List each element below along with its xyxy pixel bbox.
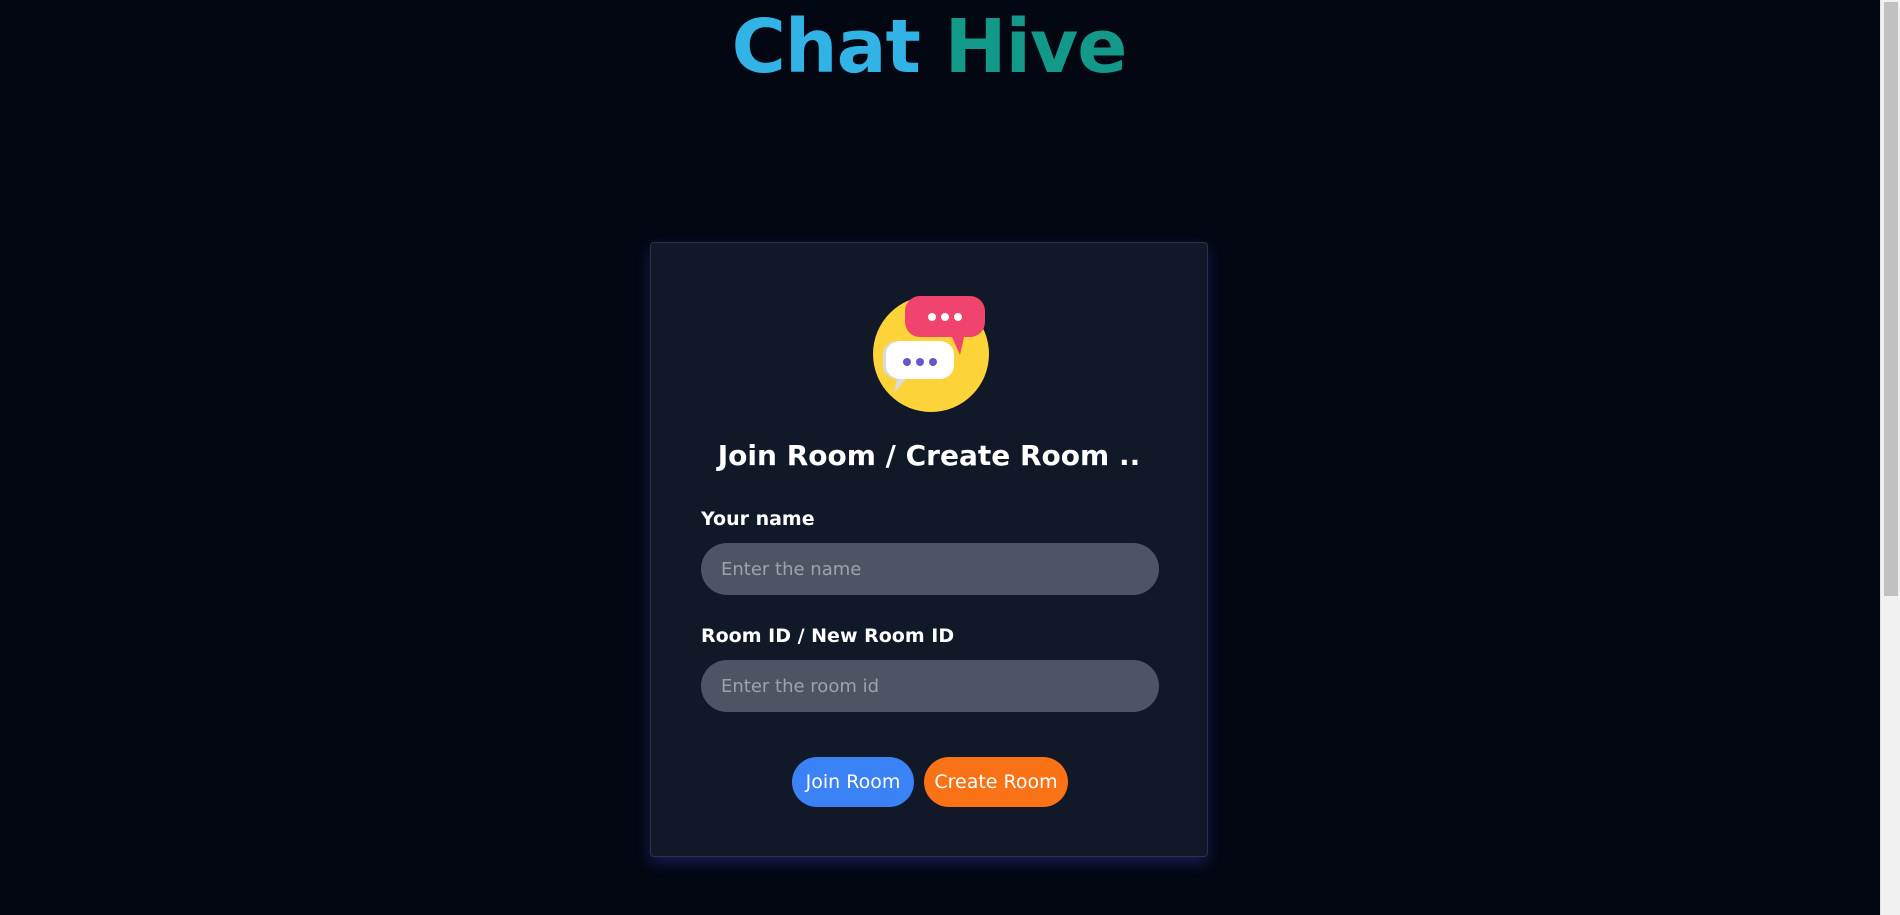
chat-bubbles-icon	[873, 296, 989, 412]
scrollbar-thumb[interactable]	[1884, 2, 1898, 596]
name-label: Your name	[701, 508, 815, 530]
room-id-input[interactable]	[701, 660, 1159, 712]
app-title-chat: Chat	[731, 4, 921, 90]
room-id-label: Room ID / New Room ID	[701, 625, 955, 647]
create-room-button[interactable]: Create Room	[924, 757, 1068, 807]
page: Chat Hive Join Room / Create Room .. You…	[0, 0, 1880, 915]
card-heading: Join Room / Create Room ..	[717, 439, 1141, 472]
app-title-hive: Hive	[944, 4, 1128, 90]
join-room-card: Join Room / Create Room .. Your name Roo…	[650, 242, 1208, 857]
vertical-scrollbar[interactable]	[1880, 0, 1900, 915]
join-room-button[interactable]: Join Room	[792, 757, 914, 807]
name-input[interactable]	[701, 543, 1159, 595]
app-title: Chat Hive	[0, 2, 1858, 92]
